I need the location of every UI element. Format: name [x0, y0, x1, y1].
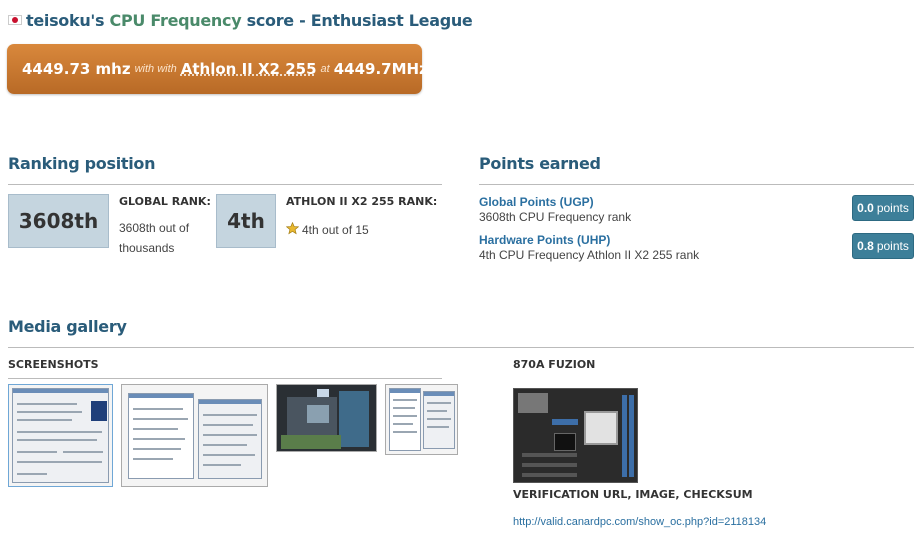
global-points-unit: points — [876, 201, 909, 215]
score-with-text: with with — [134, 63, 177, 75]
hardware-rank-desc: 4th out of 15 — [286, 220, 369, 240]
screenshot-thumbnail-4[interactable] — [385, 384, 458, 455]
hardware-points-unit: points — [876, 239, 909, 253]
global-rank-label: GLOBAL RANK: — [119, 195, 211, 208]
score-word: score — [246, 11, 295, 30]
page-title: teisoku's CPU Frequency score - Enthusia… — [8, 11, 473, 30]
score-at-text: at — [320, 63, 330, 75]
hardware-rank-text: 4th out of 15 — [302, 223, 369, 237]
hardware-rank-label: ATHLON II X2 255 RANK: — [286, 195, 438, 208]
gallery-divider — [8, 347, 914, 348]
hardware-points-value: 0.8 — [857, 239, 874, 253]
category-name[interactable]: CPU Frequency — [110, 11, 242, 30]
ranking-heading: Ranking position — [8, 154, 156, 173]
ranking-divider — [8, 184, 442, 185]
points-divider — [479, 184, 914, 185]
cpu-socket — [584, 411, 618, 445]
global-rank-desc: 3608th out of thousands — [119, 218, 189, 258]
hardware-points-badge: 0.8 points — [852, 233, 914, 259]
screenshots-label: SCREENSHOTS — [8, 358, 99, 371]
score-value: 4449.73 mhz — [22, 60, 131, 78]
user-name[interactable]: teisoku's — [26, 11, 105, 30]
hardware-rank-box: 4th — [216, 194, 276, 248]
cpu-link[interactable]: Athlon II X2 255 — [181, 60, 317, 78]
global-rank-desc-line2: thousands — [119, 241, 175, 255]
motherboard-image[interactable] — [513, 388, 638, 483]
screenshot-thumbnail-3[interactable] — [276, 384, 377, 452]
score-banner: 4449.73 mhz with with Athlon II X2 255 a… — [7, 44, 428, 94]
hardware-points-desc: 4th CPU Frequency Athlon II X2 255 rank — [479, 248, 700, 262]
score-clock: 4449.7MHz — [333, 60, 428, 78]
verification-url-link[interactable]: http://valid.canardpc.com/show_oc.php?id… — [513, 516, 766, 528]
points-heading: Points earned — [479, 154, 601, 173]
japan-flag-icon — [8, 15, 22, 25]
screenshots-divider — [8, 378, 442, 379]
hardware-points-title[interactable]: Hardware Points (UHP) — [479, 233, 610, 247]
global-rank-box: 3608th — [8, 194, 109, 248]
global-points-value: 0.0 — [857, 201, 874, 215]
star-icon — [286, 222, 299, 235]
screenshot-thumbnail-1[interactable] — [8, 384, 113, 487]
global-points-desc: 3608th CPU Frequency rank — [479, 210, 632, 224]
global-rank-desc-line1: 3608th out of — [119, 221, 190, 235]
cpuz-window — [12, 388, 109, 483]
board-label: 870A FUZION — [513, 358, 596, 371]
global-points-title[interactable]: Global Points (UGP) — [479, 195, 594, 209]
league-name: - Enthusiast League — [299, 11, 473, 30]
screenshot-thumbnail-2[interactable] — [121, 384, 268, 487]
gallery-heading: Media gallery — [8, 317, 127, 336]
verification-label: VERIFICATION URL, IMAGE, CHECKSUM — [513, 488, 753, 501]
global-points-badge: 0.0 points — [852, 195, 914, 221]
